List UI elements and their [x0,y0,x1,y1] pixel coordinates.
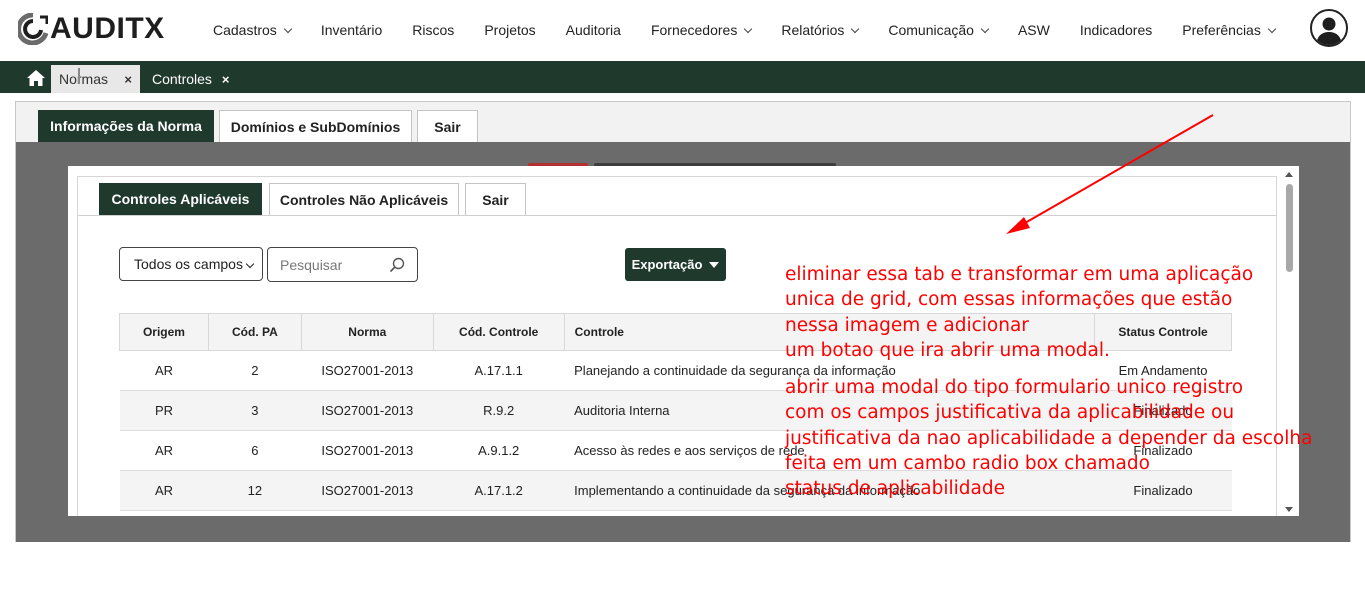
annotation-paragraph-1: eliminar essa tab e transformar em uma a… [785,264,1254,361]
annotation-paragraph-2: abrir uma modal do tipo formulario unico… [785,377,1313,500]
annotation-note: eliminar essa tab e transformar em uma a… [785,262,1345,502]
